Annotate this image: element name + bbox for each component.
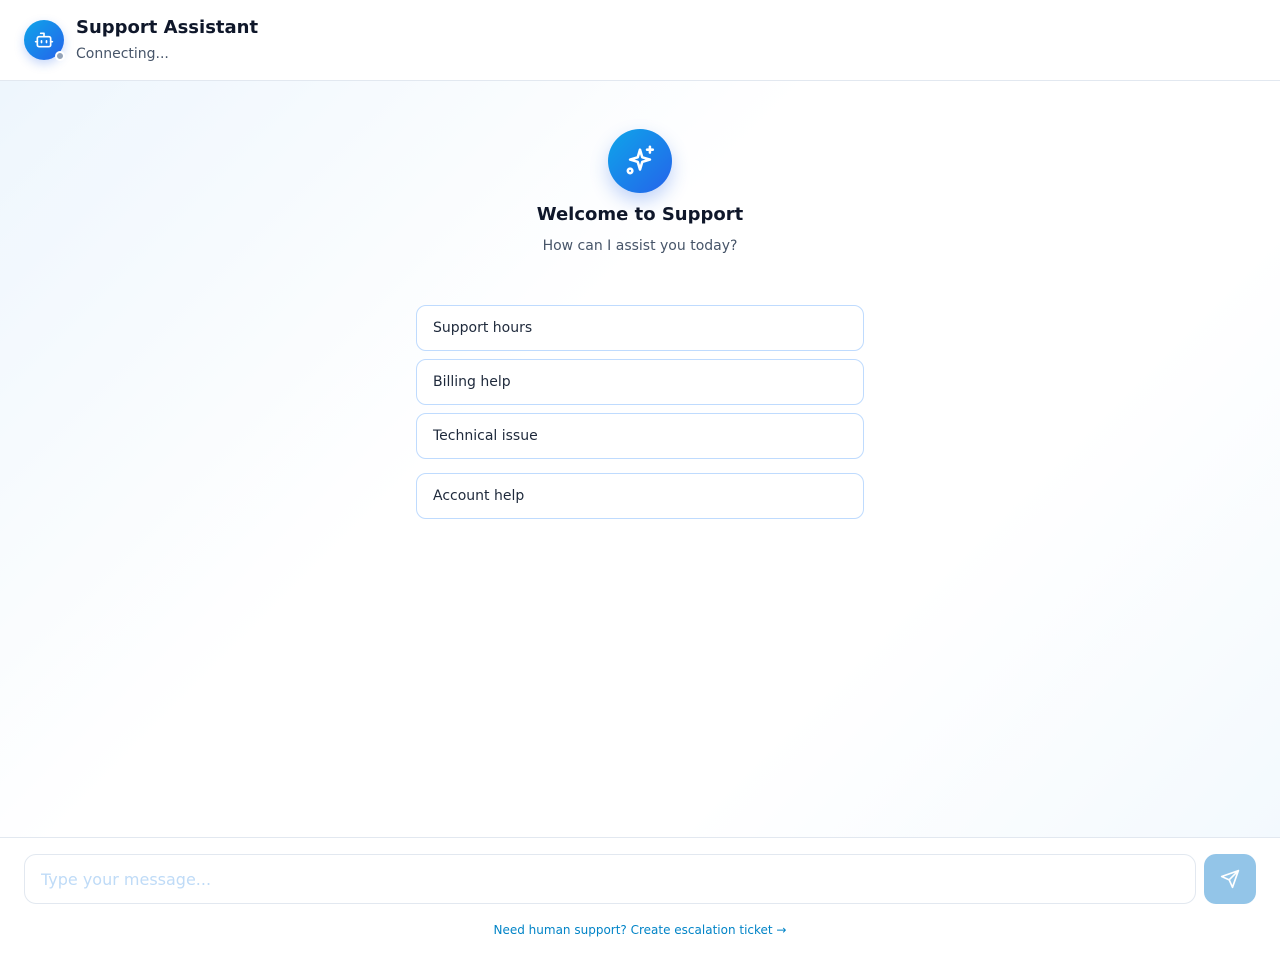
- welcome-subtitle: How can I assist you today?: [542, 238, 738, 254]
- connection-status-text: Connecting...: [76, 46, 169, 62]
- chat-composer: Need human support? Create escalation ti…: [0, 837, 1280, 960]
- composer-row: [24, 854, 1256, 904]
- welcome-title: Welcome to Support: [536, 204, 744, 225]
- bot-icon: [34, 30, 54, 50]
- quick-reply-billing-help[interactable]: Billing help: [416, 359, 864, 405]
- header-text: Support Assistant Connecting...: [76, 17, 258, 63]
- escalation-ticket-link[interactable]: Need human support? Create escalation ti…: [0, 922, 1280, 938]
- connection-status-dot: [55, 51, 65, 61]
- sparkles-icon: [623, 144, 657, 178]
- chat-main-area: Welcome to Support How can I assist you …: [0, 81, 1280, 837]
- quick-reply-account-help[interactable]: Account help: [416, 473, 864, 519]
- quick-reply-technical-issue[interactable]: Technical issue: [416, 413, 864, 459]
- send-icon: [1220, 869, 1240, 889]
- assistant-avatar: [24, 20, 65, 61]
- welcome-badge: [608, 129, 672, 193]
- support-chat-app: Support Assistant Connecting... Welcome …: [0, 0, 1280, 960]
- quick-reply-list: Support hours Billing help Technical iss…: [416, 305, 864, 527]
- send-button[interactable]: [1204, 854, 1256, 904]
- chat-header: Support Assistant Connecting...: [0, 0, 1280, 81]
- assistant-title: Support Assistant: [76, 17, 259, 38]
- message-input[interactable]: [24, 854, 1196, 904]
- quick-reply-support-hours[interactable]: Support hours: [416, 305, 864, 351]
